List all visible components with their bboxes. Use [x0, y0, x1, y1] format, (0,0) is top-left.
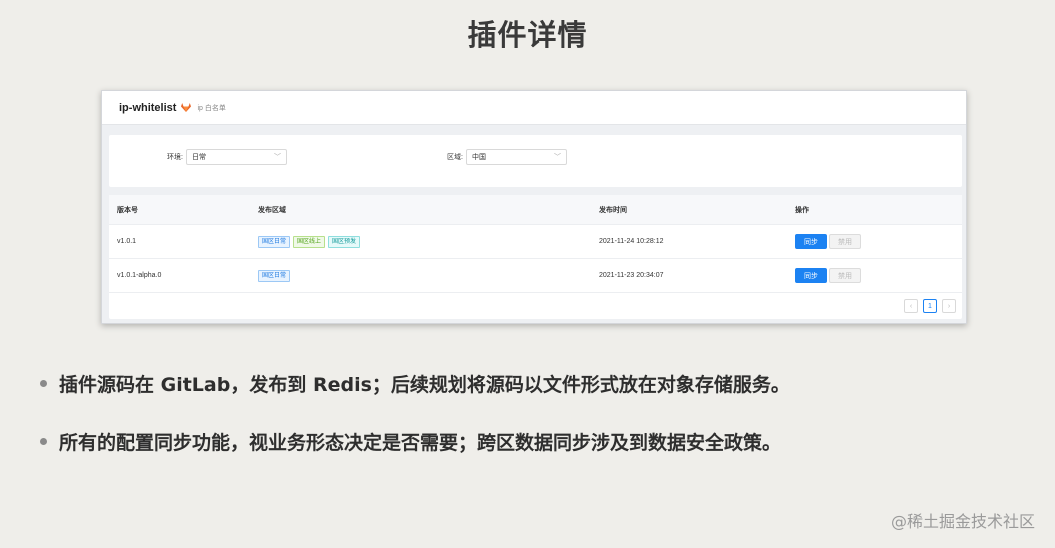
- env-filter-label: 环境:: [167, 154, 183, 161]
- env-select[interactable]: 日常 ﹀: [185, 149, 287, 165]
- page-number-button[interactable]: 1: [923, 299, 937, 313]
- bullet-dot-icon: [40, 379, 47, 387]
- time-cell: 2021-11-23 20:34:07: [599, 272, 664, 279]
- next-page-button[interactable]: ›: [942, 299, 956, 313]
- app-header: ip-whitelist ip 白名单: [102, 91, 966, 125]
- region-tag: 国区线上: [293, 235, 326, 248]
- app-subtitle: ip 白名单: [197, 104, 226, 112]
- gitlab-fox-icon: [181, 103, 192, 112]
- region-tag: 国区日常: [258, 235, 291, 248]
- time-cell: 2021-11-24 10:28:12: [599, 238, 664, 245]
- actions-cell: 同步 禁用: [787, 234, 962, 249]
- region-select[interactable]: 中国 ﹀: [465, 149, 567, 165]
- env-filter: 环境: 日常 ﹀: [167, 149, 287, 165]
- regions-cell: 国区日常: [250, 269, 591, 282]
- chevron-down-icon: ﹀: [553, 154, 561, 161]
- column-header-regions: 发布区域: [258, 206, 286, 214]
- app-screenshot: ip-whitelist ip 白名单 环境: 日常 ﹀ 区域: 中国 ﹀ 版本…: [101, 90, 967, 324]
- prev-page-button[interactable]: ‹: [904, 299, 918, 313]
- column-header-version: 版本号: [117, 206, 138, 214]
- app-name: ip-whitelist: [119, 101, 177, 114]
- bullet-list: 插件源码在 GitLab，发布到 Redis；后续规划将源码以文件形式放在对象存…: [40, 368, 790, 456]
- table-header: 版本号 发布区域 发布时间 操作: [109, 195, 962, 225]
- actions-cell: 同步 禁用: [787, 268, 962, 283]
- table-row: v1.0.1-alpha.0 国区日常 2021-11-23 20:34:07 …: [109, 259, 962, 293]
- disable-button[interactable]: 禁用: [829, 268, 861, 283]
- bullet-text: 插件源码在 GitLab，发布到 Redis；后续规划将源码以文件形式放在对象存…: [59, 373, 790, 396]
- filter-bar: 环境: 日常 ﹀ 区域: 中国 ﹀: [109, 135, 962, 187]
- bullet-item: 所有的配置同步功能，视业务形态决定是否需要；跨区数据同步涉及到数据安全政策。: [40, 426, 790, 456]
- slide-title: 插件详情: [467, 18, 588, 52]
- env-select-value: 日常: [191, 154, 206, 161]
- column-header-time: 发布时间: [599, 206, 627, 214]
- bullet-text: 所有的配置同步功能，视业务形态决定是否需要；跨区数据同步涉及到数据安全政策。: [59, 431, 782, 454]
- region-tag: 国区日常: [258, 269, 291, 282]
- version-cell: v1.0.1: [117, 238, 137, 245]
- region-filter-label: 区域:: [447, 154, 463, 161]
- watermark: @稀土掘金技术社区: [890, 512, 1035, 531]
- bullet-item: 插件源码在 GitLab，发布到 Redis；后续规划将源码以文件形式放在对象存…: [40, 368, 790, 398]
- region-select-value: 中国: [471, 154, 486, 161]
- sync-button[interactable]: 同步: [795, 268, 827, 283]
- region-tag: 国区预发: [328, 235, 361, 248]
- regions-cell: 国区日常 国区线上 国区预发: [250, 235, 591, 248]
- column-header-actions: 操作: [795, 206, 809, 214]
- chevron-down-icon: ﹀: [273, 154, 281, 161]
- disable-button[interactable]: 禁用: [829, 234, 861, 249]
- pagination: ‹ 1 ›: [904, 299, 956, 313]
- bullet-dot-icon: [40, 437, 47, 445]
- sync-button[interactable]: 同步: [795, 234, 827, 249]
- version-cell: v1.0.1-alpha.0: [117, 272, 162, 279]
- region-filter: 区域: 中国 ﹀: [447, 149, 567, 165]
- table-row: v1.0.1 国区日常 国区线上 国区预发 2021-11-24 10:28:1…: [109, 225, 962, 259]
- versions-table: 版本号 发布区域 发布时间 操作 v1.0.1 国区日常 国区线上 国区预发 2…: [109, 195, 962, 319]
